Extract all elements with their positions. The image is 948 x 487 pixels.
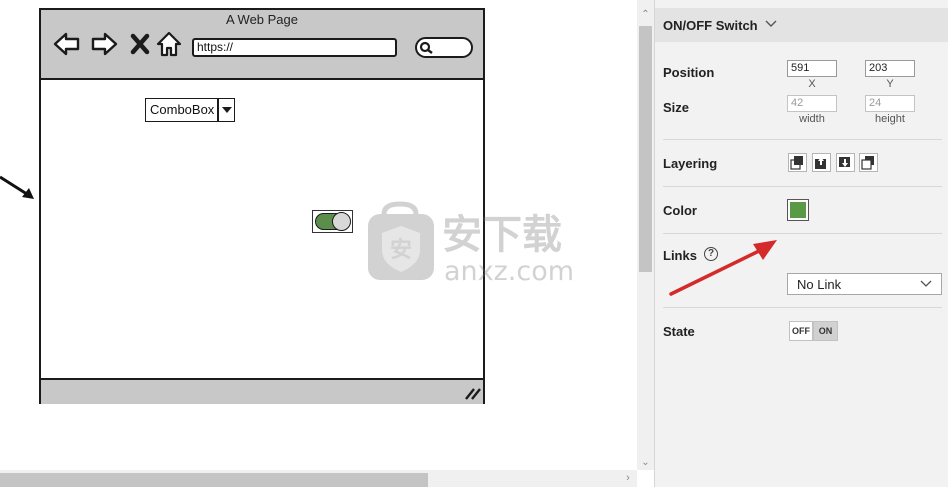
position-x-input[interactable]: 591 bbox=[787, 60, 837, 77]
home-icon bbox=[156, 31, 182, 57]
size-width-input[interactable]: 42 bbox=[787, 95, 837, 112]
scroll-right-icon[interactable]: › bbox=[622, 472, 634, 484]
size-height-input[interactable]: 24 bbox=[865, 95, 915, 112]
section-divider bbox=[663, 307, 942, 308]
watermark-logo: 安 安下载 anxz.com bbox=[368, 201, 574, 286]
url-text: https:// bbox=[197, 40, 234, 54]
bring-to-front-button[interactable] bbox=[788, 153, 807, 172]
color-fill bbox=[790, 202, 806, 218]
send-backward-icon bbox=[839, 157, 850, 167]
position-y-caption: Y bbox=[886, 78, 894, 90]
bring-forward-button[interactable] bbox=[812, 153, 831, 172]
browser-status-bar bbox=[41, 378, 483, 404]
state-on-button[interactable]: ON bbox=[813, 321, 838, 341]
panel-title[interactable]: ON/OFF Switch bbox=[663, 18, 758, 33]
browser-page-title: A Web Page bbox=[225, 12, 299, 27]
switch-knob[interactable] bbox=[332, 212, 351, 231]
section-divider bbox=[663, 186, 942, 187]
scroll-up-icon[interactable]: ⌃ bbox=[638, 9, 653, 21]
chevron-down-icon[interactable] bbox=[765, 20, 777, 28]
horizontal-scroll-thumb[interactable] bbox=[0, 473, 428, 487]
state-label: State bbox=[663, 324, 695, 339]
send-backward-button[interactable] bbox=[836, 153, 855, 172]
size-width-caption: width bbox=[799, 113, 825, 125]
watermark-site-text: anxz.com bbox=[444, 256, 574, 286]
watermark-badge-char: 安 bbox=[390, 237, 412, 263]
size-label: Size bbox=[663, 100, 690, 115]
color-label: Color bbox=[663, 203, 697, 218]
position-label: Position bbox=[663, 65, 715, 80]
combobox-label: ComboBox bbox=[150, 102, 215, 117]
annotation-arrow-black bbox=[0, 175, 34, 199]
scroll-down-icon[interactable]: ⌄ bbox=[638, 457, 653, 469]
search-icon bbox=[419, 41, 433, 54]
dropdown-arrow-icon[interactable] bbox=[222, 107, 232, 113]
color-swatch-button[interactable] bbox=[787, 199, 809, 221]
watermark-cn-text: 安下载 bbox=[442, 212, 562, 258]
bring-to-front-icon bbox=[790, 156, 803, 170]
section-divider bbox=[663, 139, 942, 140]
vertical-scroll-thumb[interactable] bbox=[639, 26, 652, 272]
forward-arrow-icon bbox=[91, 32, 118, 56]
size-height-caption: height bbox=[875, 113, 905, 125]
chevron-down-icon[interactable] bbox=[920, 280, 932, 288]
back-arrow-icon bbox=[53, 32, 80, 56]
annotation-arrow-red bbox=[669, 240, 777, 296]
resize-grip-icon[interactable] bbox=[463, 386, 481, 400]
state-off-button[interactable]: OFF bbox=[789, 321, 813, 341]
link-dropdown-value: No Link bbox=[797, 277, 842, 292]
combobox-divider bbox=[217, 98, 219, 122]
layering-label: Layering bbox=[663, 156, 718, 171]
send-to-back-icon bbox=[861, 156, 874, 170]
close-x-icon bbox=[130, 33, 150, 55]
position-x-caption: X bbox=[808, 78, 816, 90]
send-to-back-button[interactable] bbox=[859, 153, 878, 172]
bring-forward-icon bbox=[815, 157, 826, 169]
position-y-input[interactable]: 203 bbox=[865, 60, 915, 77]
